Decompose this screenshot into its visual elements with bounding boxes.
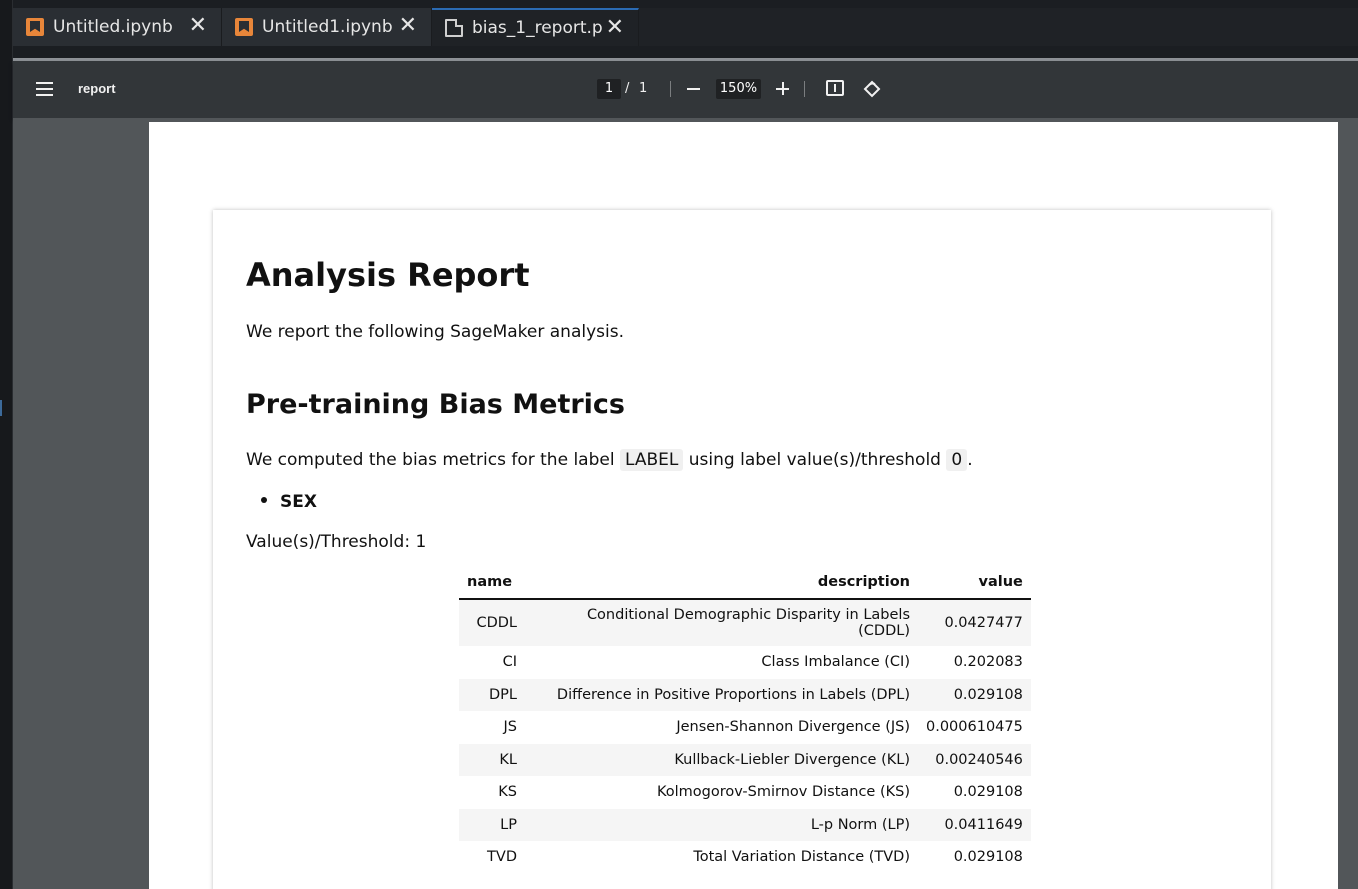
close-icon[interactable]: ✕: [399, 15, 417, 37]
computed-sentence: We computed the bias metrics for the lab…: [246, 449, 973, 471]
zoom-input[interactable]: 150%: [716, 79, 761, 99]
metric-name: DPL: [489, 686, 517, 703]
report-intro: We report the following SageMaker analys…: [246, 322, 625, 342]
metric-description: L-p Norm (LP): [810, 816, 910, 833]
report-card: Analysis Report We report the following …: [213, 210, 1271, 889]
metric-name: LP: [500, 816, 517, 833]
zoom-out-icon[interactable]: [683, 78, 705, 100]
zoom-in-icon[interactable]: [772, 78, 794, 100]
table-row: CDDL Conditional Demographic Disparity in…: [459, 599, 1031, 646]
header-name: name: [459, 567, 525, 600]
tab-untitled1-ipynb[interactable]: Untitled1.ipynb ✕: [222, 8, 432, 46]
menu-icon[interactable]: [36, 82, 53, 96]
table-row: LP L-p Norm (LP) 0.0411649: [459, 808, 1031, 841]
header-description: description: [525, 567, 918, 600]
tab-label: bias_1_report.p: [472, 18, 603, 38]
close-icon[interactable]: ✕: [606, 17, 624, 39]
pdf-page: Analysis Report We report the following …: [149, 122, 1338, 889]
page-separator: /: [625, 81, 630, 96]
metric-description: Kolmogorov-Smirnov Distance (KS): [656, 784, 910, 801]
tab-bar: Untitled.ipynb ✕ Untitled1.ipynb ✕ bias_…: [13, 8, 1358, 46]
toolbar-divider: [804, 81, 805, 97]
section-title: Pre-training Bias Metrics: [246, 389, 626, 420]
facet-bullet: SEX: [261, 492, 317, 512]
computed-middle: using label value(s)/threshold: [688, 450, 941, 470]
metric-description: Difference in Positive Proportions in La…: [556, 686, 910, 703]
pdf-toolbar: report 1 / 1 150%: [13, 61, 1358, 118]
toolbar-divider: [670, 81, 671, 97]
metric-description: Total Variation Distance (TVD): [693, 849, 910, 866]
table-header-row: name description value: [459, 567, 1031, 600]
threshold-line: Value(s)/Threshold: 1: [246, 532, 427, 552]
rotate-icon[interactable]: [862, 79, 882, 99]
computed-suffix: .: [967, 450, 973, 470]
activity-rail: [0, 0, 13, 889]
metric-value: 0.029108: [953, 849, 1023, 866]
metric-value: 0.202083: [953, 654, 1023, 671]
pdf-viewer[interactable]: Analysis Report We report the following …: [13, 118, 1358, 889]
metric-value: 0.0411649: [944, 816, 1023, 833]
bullet-dot: [261, 497, 267, 503]
tab-untitled-ipynb[interactable]: Untitled.ipynb ✕: [13, 8, 222, 46]
metrics-table: name description value CDDL Conditional D…: [459, 567, 1031, 874]
document-icon: [445, 19, 463, 37]
metric-name: JS: [503, 719, 517, 736]
tab-label: Untitled.ipynb: [53, 17, 173, 37]
close-icon[interactable]: ✕: [189, 15, 207, 37]
metric-description: Kullback-Liebler Divergence (KL): [674, 751, 910, 768]
metric-name: KL: [499, 751, 517, 768]
label-code: LABEL: [619, 449, 684, 471]
metric-value: 0.00240546: [935, 751, 1023, 768]
metric-value: 0.029108: [953, 784, 1023, 801]
table-row: KL Kullback-Liebler Divergence (KL) 0.0024…: [459, 743, 1031, 776]
metric-value: 0.000610475: [926, 719, 1023, 736]
page-total: 1: [639, 81, 648, 96]
metric-description: Jensen-Shannon Divergence (JS): [676, 719, 910, 736]
tab-bias-report[interactable]: bias_1_report.p ✕: [432, 8, 639, 46]
table-row: DPL Difference in Positive Proportions in…: [459, 678, 1031, 711]
metric-value: 0.029108: [953, 686, 1023, 703]
table-row: JS Jensen-Shannon Divergence (JS) 0.000610…: [459, 711, 1031, 744]
rail-indicator: [0, 400, 2, 416]
table-row: KS Kolmogorov-Smirnov Distance (KS) 0.0291…: [459, 776, 1031, 809]
metric-name: TVD: [487, 849, 517, 866]
notebook-icon: [26, 18, 44, 36]
metric-name: CI: [502, 654, 517, 671]
threshold-code: 0: [946, 449, 968, 471]
table-row: CI Class Imbalance (CI) 0.202083: [459, 646, 1031, 679]
report-title: Analysis Report: [246, 256, 530, 294]
header-value: value: [918, 567, 1031, 600]
metric-description: Class Imbalance (CI): [761, 654, 910, 671]
metric-name: KS: [498, 784, 517, 801]
fit-page-icon[interactable]: [826, 80, 844, 96]
tab-label: Untitled1.ipynb: [262, 17, 393, 37]
table-row: TVD Total Variation Distance (TVD) 0.02910…: [459, 841, 1031, 874]
notebook-icon: [235, 18, 253, 36]
metric-value: 0.0427477: [944, 615, 1023, 631]
page-number-input[interactable]: 1: [597, 79, 621, 99]
metric-name: CDDL: [476, 615, 517, 631]
facet-label: SEX: [280, 492, 317, 512]
computed-prefix: We computed the bias metrics for the lab…: [246, 450, 615, 470]
metric-description: Conditional Demographic Disparity in Lab…: [586, 607, 910, 639]
document-title: report: [78, 81, 116, 96]
